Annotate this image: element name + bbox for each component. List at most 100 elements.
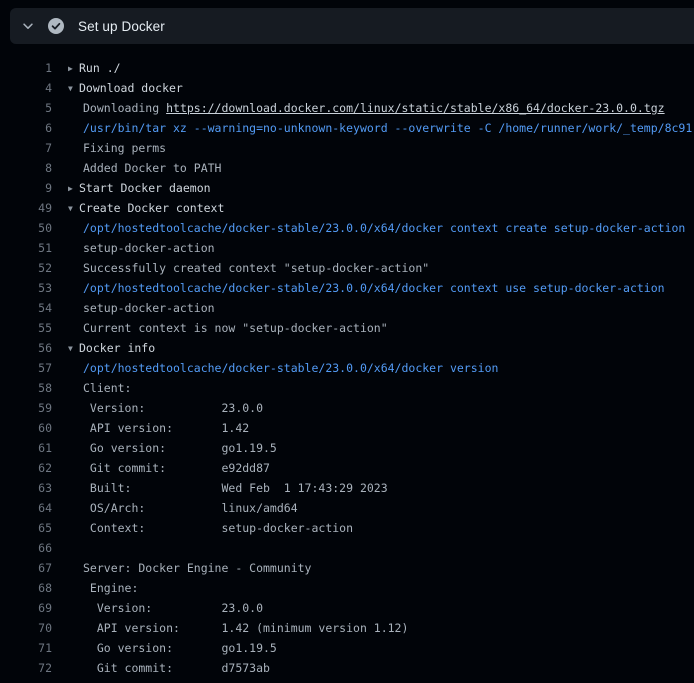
line-number[interactable]: 53	[0, 278, 52, 298]
log-text-line: Go version: go1.19.5	[68, 438, 694, 458]
log-text: Version: 23.0.0	[83, 601, 263, 615]
line-number[interactable]: 68	[0, 578, 52, 598]
log-row: 61 Go version: go1.19.5	[0, 438, 694, 458]
log-text-line: OS/Arch: linux/amd64	[68, 498, 694, 518]
command-line: /opt/hostedtoolcache/docker-stable/23.0.…	[68, 218, 694, 238]
log-row[interactable]: 1 ▶Run ./	[0, 58, 694, 78]
line-number[interactable]: 50	[0, 218, 52, 238]
step-header[interactable]: Set up Docker	[10, 8, 694, 44]
log-text-line: Git commit: d7573ab	[68, 658, 694, 678]
line-number[interactable]: 67	[0, 558, 52, 578]
line-number[interactable]: 59	[0, 398, 52, 418]
line-number[interactable]: 49	[0, 198, 52, 218]
line-number[interactable]: 55	[0, 318, 52, 338]
download-url-link[interactable]: https://download.docker.com/linux/static…	[166, 101, 665, 115]
log-row[interactable]: 9 ▶Start Docker daemon	[0, 178, 694, 198]
log-line-content: Version: 23.0.0	[68, 398, 694, 418]
line-number[interactable]: 60	[0, 418, 52, 438]
line-number[interactable]: 62	[0, 458, 52, 478]
log-line-content: ▶Run ./	[68, 58, 694, 78]
line-number[interactable]: 66	[0, 538, 52, 558]
log-text-line: API version: 1.42 (minimum version 1.12)	[68, 618, 694, 638]
line-number[interactable]: 70	[0, 618, 52, 638]
log-row: 68 Engine:	[0, 578, 694, 598]
line-number[interactable]: 1	[0, 58, 52, 78]
log-text: Built: Wed Feb 1 17:43:29 2023	[83, 481, 388, 495]
command-line: /opt/hostedtoolcache/docker-stable/23.0.…	[68, 358, 694, 378]
command-text: /opt/hostedtoolcache/docker-stable/23.0.…	[83, 221, 685, 235]
command-line: /usr/bin/tar xz --warning=no-unknown-key…	[68, 118, 694, 138]
chevron-down-icon[interactable]	[20, 18, 36, 34]
command-text: /usr/bin/tar xz --warning=no-unknown-key…	[83, 121, 692, 135]
log-text: setup-docker-action	[83, 301, 215, 315]
log-line-content: Context: setup-docker-action	[68, 518, 694, 538]
line-number[interactable]: 57	[0, 358, 52, 378]
line-number[interactable]: 7	[0, 138, 52, 158]
log-text-line: setup-docker-action	[68, 298, 694, 318]
line-number[interactable]: 56	[0, 338, 52, 358]
log-line-content: Successfully created context "setup-dock…	[68, 258, 694, 278]
log-text: API version: 1.42 (minimum version 1.12)	[83, 621, 408, 635]
triangle-collapsed-icon[interactable]: ▶	[68, 179, 79, 198]
line-number[interactable]: 72	[0, 658, 52, 678]
line-number[interactable]: 63	[0, 478, 52, 498]
log-text: Go version: go1.19.5	[83, 441, 277, 455]
line-number[interactable]: 5	[0, 98, 52, 118]
log-line-content: Go version: go1.19.5	[68, 438, 694, 458]
log-text: Context: setup-docker-action	[83, 521, 353, 535]
log-row: 60 API version: 1.42	[0, 418, 694, 438]
line-number[interactable]: 51	[0, 238, 52, 258]
line-number[interactable]: 9	[0, 178, 52, 198]
log-line-content: /opt/hostedtoolcache/docker-stable/23.0.…	[68, 218, 694, 238]
log-line-content: Version: 23.0.0	[68, 598, 694, 618]
log-row: 63 Built: Wed Feb 1 17:43:29 2023	[0, 478, 694, 498]
log-text-line: Built: Wed Feb 1 17:43:29 2023	[68, 478, 694, 498]
line-number[interactable]: 54	[0, 298, 52, 318]
line-number[interactable]: 58	[0, 378, 52, 398]
log-text: Client:	[83, 381, 131, 395]
log-line-content: Git commit: d7573ab	[68, 658, 694, 678]
group-title: Download docker	[79, 81, 183, 95]
triangle-expanded-icon[interactable]: ▼	[68, 339, 79, 358]
log-text-line: Engine:	[68, 578, 694, 598]
group-title: Start Docker daemon	[79, 181, 211, 195]
line-number[interactable]: 8	[0, 158, 52, 178]
line-number[interactable]: 65	[0, 518, 52, 538]
log-line-content: ▼Download docker	[68, 78, 694, 98]
line-number[interactable]: 64	[0, 498, 52, 518]
log-row: 53/opt/hostedtoolcache/docker-stable/23.…	[0, 278, 694, 298]
log-text-line: Server: Docker Engine - Community	[68, 558, 694, 578]
line-number[interactable]: 4	[0, 78, 52, 98]
log-row: 65 Context: setup-docker-action	[0, 518, 694, 538]
log-row[interactable]: 49▼Create Docker context	[0, 198, 694, 218]
log-text: Downloading	[83, 101, 166, 115]
triangle-collapsed-icon[interactable]: ▶	[68, 59, 79, 78]
log-text: Current context is now "setup-docker-act…	[83, 321, 388, 335]
line-number[interactable]: 52	[0, 258, 52, 278]
triangle-expanded-icon[interactable]: ▼	[68, 79, 79, 98]
log-line-content: Server: Docker Engine - Community	[68, 558, 694, 578]
step-title: Set up Docker	[78, 19, 165, 34]
log-line-content: /opt/hostedtoolcache/docker-stable/23.0.…	[68, 358, 694, 378]
log-text-line: setup-docker-action	[68, 238, 694, 258]
log-row: 5 Downloading https://download.docker.com…	[0, 98, 694, 118]
line-number[interactable]: 6	[0, 118, 52, 138]
command-text: /opt/hostedtoolcache/docker-stable/23.0.…	[83, 281, 665, 295]
line-number[interactable]: 69	[0, 598, 52, 618]
log-line-content: Git commit: e92dd87	[68, 458, 694, 478]
log-line-content: /usr/bin/tar xz --warning=no-unknown-key…	[68, 118, 694, 138]
log-row[interactable]: 56 ▼Docker info	[0, 338, 694, 358]
log-text: Version: 23.0.0	[83, 401, 263, 415]
line-number[interactable]: 61	[0, 438, 52, 458]
log-row: 52 Successfully created context "setup-do…	[0, 258, 694, 278]
log-row: 59 Version: 23.0.0	[0, 398, 694, 418]
workflow-log-page: Set up Docker 1▶Run ./4▼Download docker5…	[0, 0, 694, 683]
log-row[interactable]: 4 ▼Download docker	[0, 78, 694, 98]
log-row: 71 Go version: go1.19.5	[0, 638, 694, 658]
log-row: 54 setup-docker-action	[0, 298, 694, 318]
log-line-content: ▼Docker info	[68, 338, 694, 358]
log-line-content: Added Docker to PATH	[68, 158, 694, 178]
triangle-expanded-icon[interactable]: ▼	[68, 199, 79, 218]
line-number[interactable]: 71	[0, 638, 52, 658]
log-text-line: API version: 1.42	[68, 418, 694, 438]
